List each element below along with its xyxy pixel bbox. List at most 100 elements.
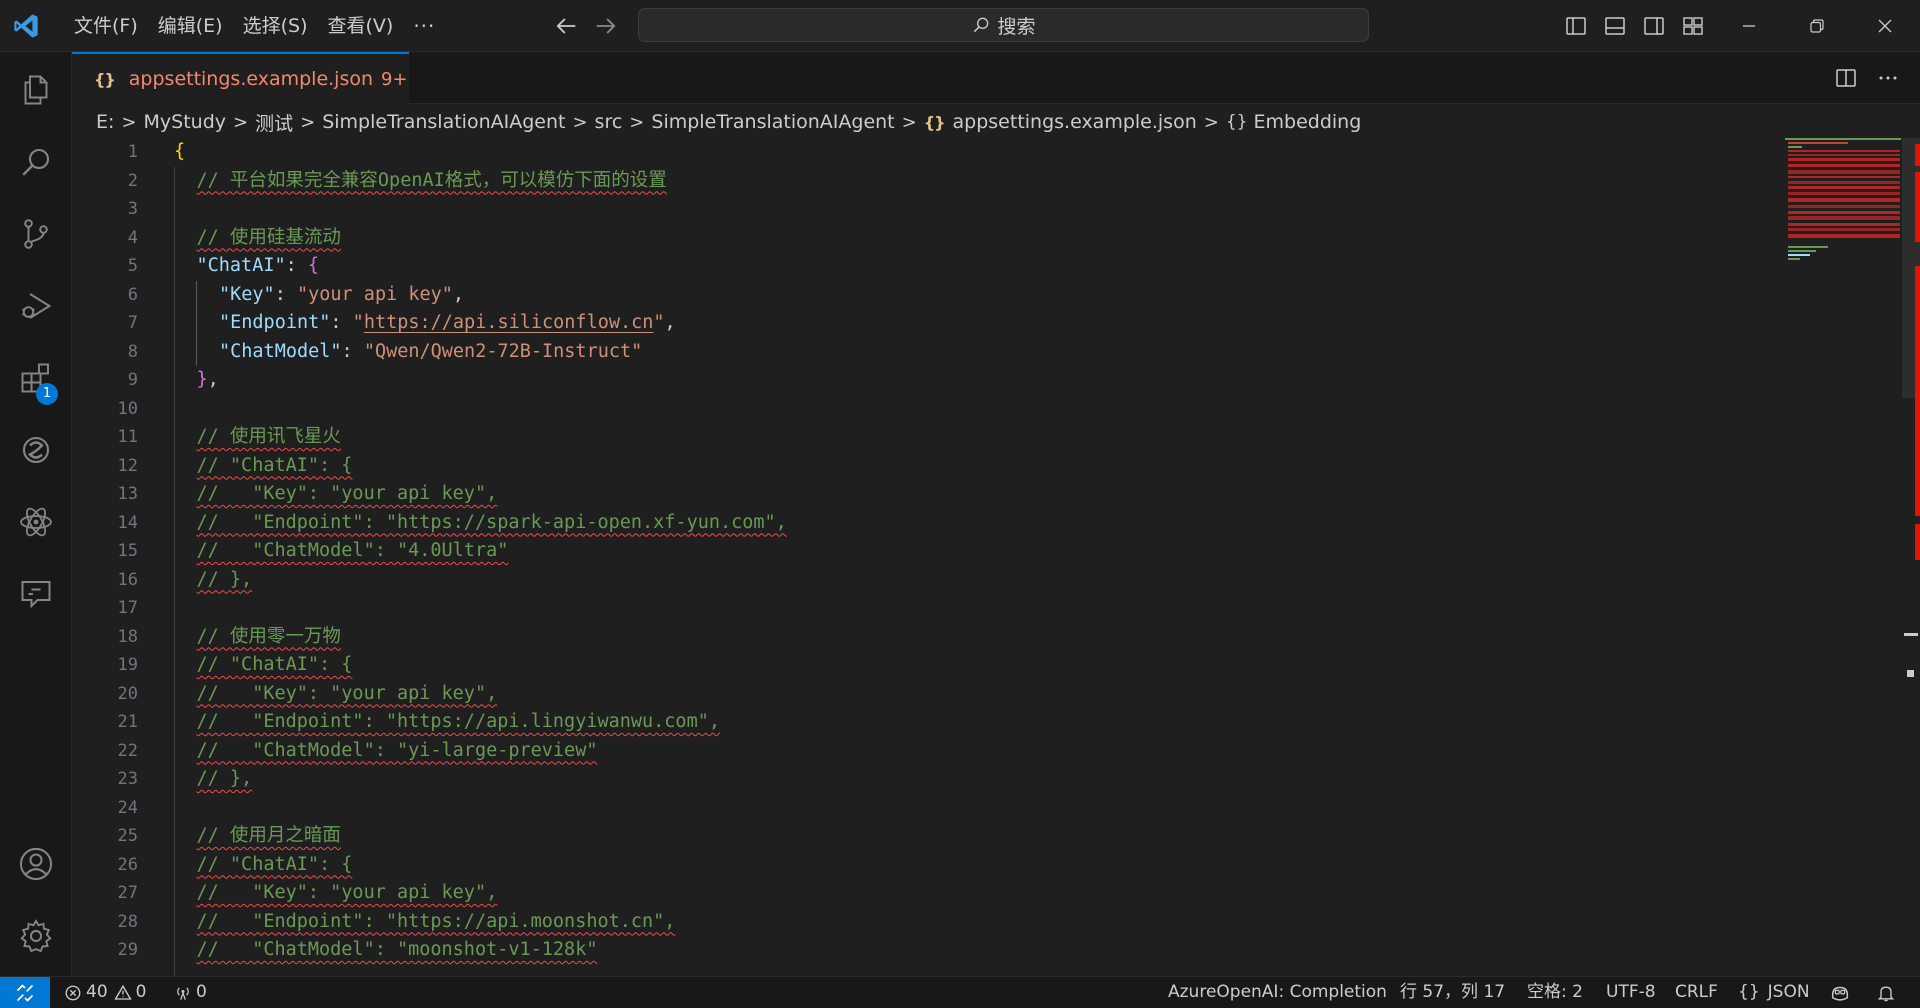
back-arrow-icon[interactable] [552,12,580,40]
activity-run-debug[interactable] [0,274,72,338]
line-number: 13 [117,484,138,504]
code-line: // "Endpoint": "https://api.lingyiwanwu.… [174,708,787,737]
code-line: // "ChatAI": { [174,651,787,680]
line-number: 24 [117,797,138,818]
line-number: 3 [127,199,138,219]
split-editor-icon[interactable] [1834,66,1858,90]
breadcrumb-item[interactable]: SimpleTranslationAIAgent [322,111,565,133]
line-number: 29 [117,940,138,960]
menu-more[interactable]: ··· [403,9,445,43]
activity-accounts[interactable] [0,832,72,896]
azure-openai-label: AzureOpenAI: Completion [1168,982,1387,1002]
breadcrumb-item[interactable]: Embedding [1254,111,1362,133]
more-actions-icon[interactable] [1876,66,1900,90]
close-icon [1878,19,1892,33]
cursor-position-label: 行 57，列 17 [1400,982,1506,1002]
chevron-right-icon: > [572,111,588,133]
breadcrumb-item[interactable]: src [595,111,623,133]
json-colon: : [274,283,297,305]
chevron-right-icon: > [901,111,917,133]
menu-file[interactable]: 文件(F) [64,9,148,43]
language-mode-selector[interactable]: {} JSON [1738,977,1810,1008]
problems-indicator[interactable]: 40 0 [64,977,146,1008]
notifications-button[interactable] [1876,977,1900,1008]
breadcrumb-item[interactable]: appsettings.example.json [953,111,1197,133]
json-brace: { [174,141,186,162]
code-comment: // 使用月之暗面 [196,825,341,846]
extensions-badge: 1 [36,383,58,405]
code-comment: // "Key": "your api key", [196,882,498,903]
eol-selector[interactable]: CRLF [1675,977,1718,1008]
activity-extensions[interactable]: 1 [0,346,72,410]
cursor-position[interactable]: 行 57，列 17 [1400,977,1505,1008]
line-number: 1 [127,142,138,162]
bell-icon [1877,985,1895,1001]
activity-react[interactable] [0,490,72,554]
minimap[interactable] [1785,138,1901,268]
minimize-button[interactable] [1716,0,1782,52]
tab-bar: {} appsettings.example.json 9+ [72,52,1920,104]
encoding-selector[interactable]: UTF-8 [1606,977,1656,1008]
ports-indicator[interactable]: 0 [174,977,207,1008]
accounts-icon [19,847,53,881]
breadcrumb-item[interactable]: SimpleTranslationAIAgent [651,111,894,133]
command-center-search[interactable]: 搜索 [638,8,1369,42]
tab-appsettings-example-json[interactable]: {} appsettings.example.json 9+ [72,52,409,104]
code-comment: // }, [196,568,253,590]
menu-selection[interactable]: 选择(S) [233,9,318,43]
code-comment: // "Endpoint": "https://api.lingyiwanwu.… [196,711,720,732]
code-line: // "Endpoint": "https://spark-api-open.x… [174,509,787,538]
activity-gitlens[interactable] [0,418,72,482]
settings-gear-icon [20,919,52,953]
code-line: // }, [174,765,787,794]
restore-button[interactable] [1784,0,1850,52]
editor-scrollbar[interactable] [1902,138,1920,976]
code-comment: // "Endpoint": "https://api.moonshot.cn"… [196,910,676,932]
customize-layout-icon[interactable] [1681,14,1705,38]
minimize-icon [1743,25,1755,27]
json-key: "ChatModel" [219,340,342,362]
json-comma: , [664,312,676,333]
toggle-primary-sidebar-icon[interactable] [1564,14,1588,38]
indentation-selector[interactable]: 空格: 2 [1527,977,1583,1008]
activity-manage[interactable] [0,904,72,968]
chevron-right-icon: > [121,111,137,133]
code-line: // 使用零一万物 [174,623,787,652]
breadcrumb-item[interactable]: 测试 [255,109,293,136]
code-comment: // "ChatModel": "4.0Ultra" [196,540,509,561]
breadcrumb-item[interactable]: E: [96,111,114,133]
toggle-panel-icon[interactable] [1603,14,1627,38]
menu-bar: 文件(F) 编辑(E) 选择(S) 查看(V) ··· [64,0,445,52]
activity-explorer[interactable] [0,58,72,122]
line-number: 8 [127,341,138,362]
copilot-status[interactable] [1829,977,1855,1008]
activity-source-control[interactable] [0,202,72,266]
toggle-secondary-sidebar-icon[interactable] [1642,14,1666,38]
line-number: 17 [117,598,138,618]
code-line: // "ChatModel": "moonshot-v1-128k" [174,936,787,965]
line-number: 27 [117,883,138,903]
copilot-icon [1831,986,1849,1001]
close-window-button[interactable] [1852,0,1918,52]
vscode-logo-icon[interactable] [12,12,40,40]
chevron-right-icon: > [300,111,316,133]
code-line: "ChatAI": { [174,252,787,281]
code-line: // "Key": "your api key", [174,680,787,709]
activity-chat[interactable] [0,562,72,626]
json-key: "ChatAI" [196,255,286,276]
remote-window-button[interactable] [0,977,50,1008]
source-control-icon [24,219,48,249]
azure-openai-status[interactable]: AzureOpenAI: Completion [1168,977,1387,1008]
eol-label: CRLF [1675,982,1718,1002]
search-label: 搜索 [997,15,1036,38]
forward-arrow-icon[interactable] [592,12,620,40]
menu-view[interactable]: 查看(V) [318,9,404,43]
code-line: "Key": "your api key", [174,281,787,310]
menu-edit[interactable]: 编辑(E) [148,9,233,43]
activity-search[interactable] [0,130,72,194]
json-url: https://api.siliconflow.cn [363,312,654,333]
code-editor[interactable]: 1 2 3 4 5 6 7 8 9 10 11 12 13 14 15 16 17 18 19 20 21 22 23 24 2… [72,138,1920,976]
breadcrumb-item[interactable]: MyStudy [144,111,227,133]
